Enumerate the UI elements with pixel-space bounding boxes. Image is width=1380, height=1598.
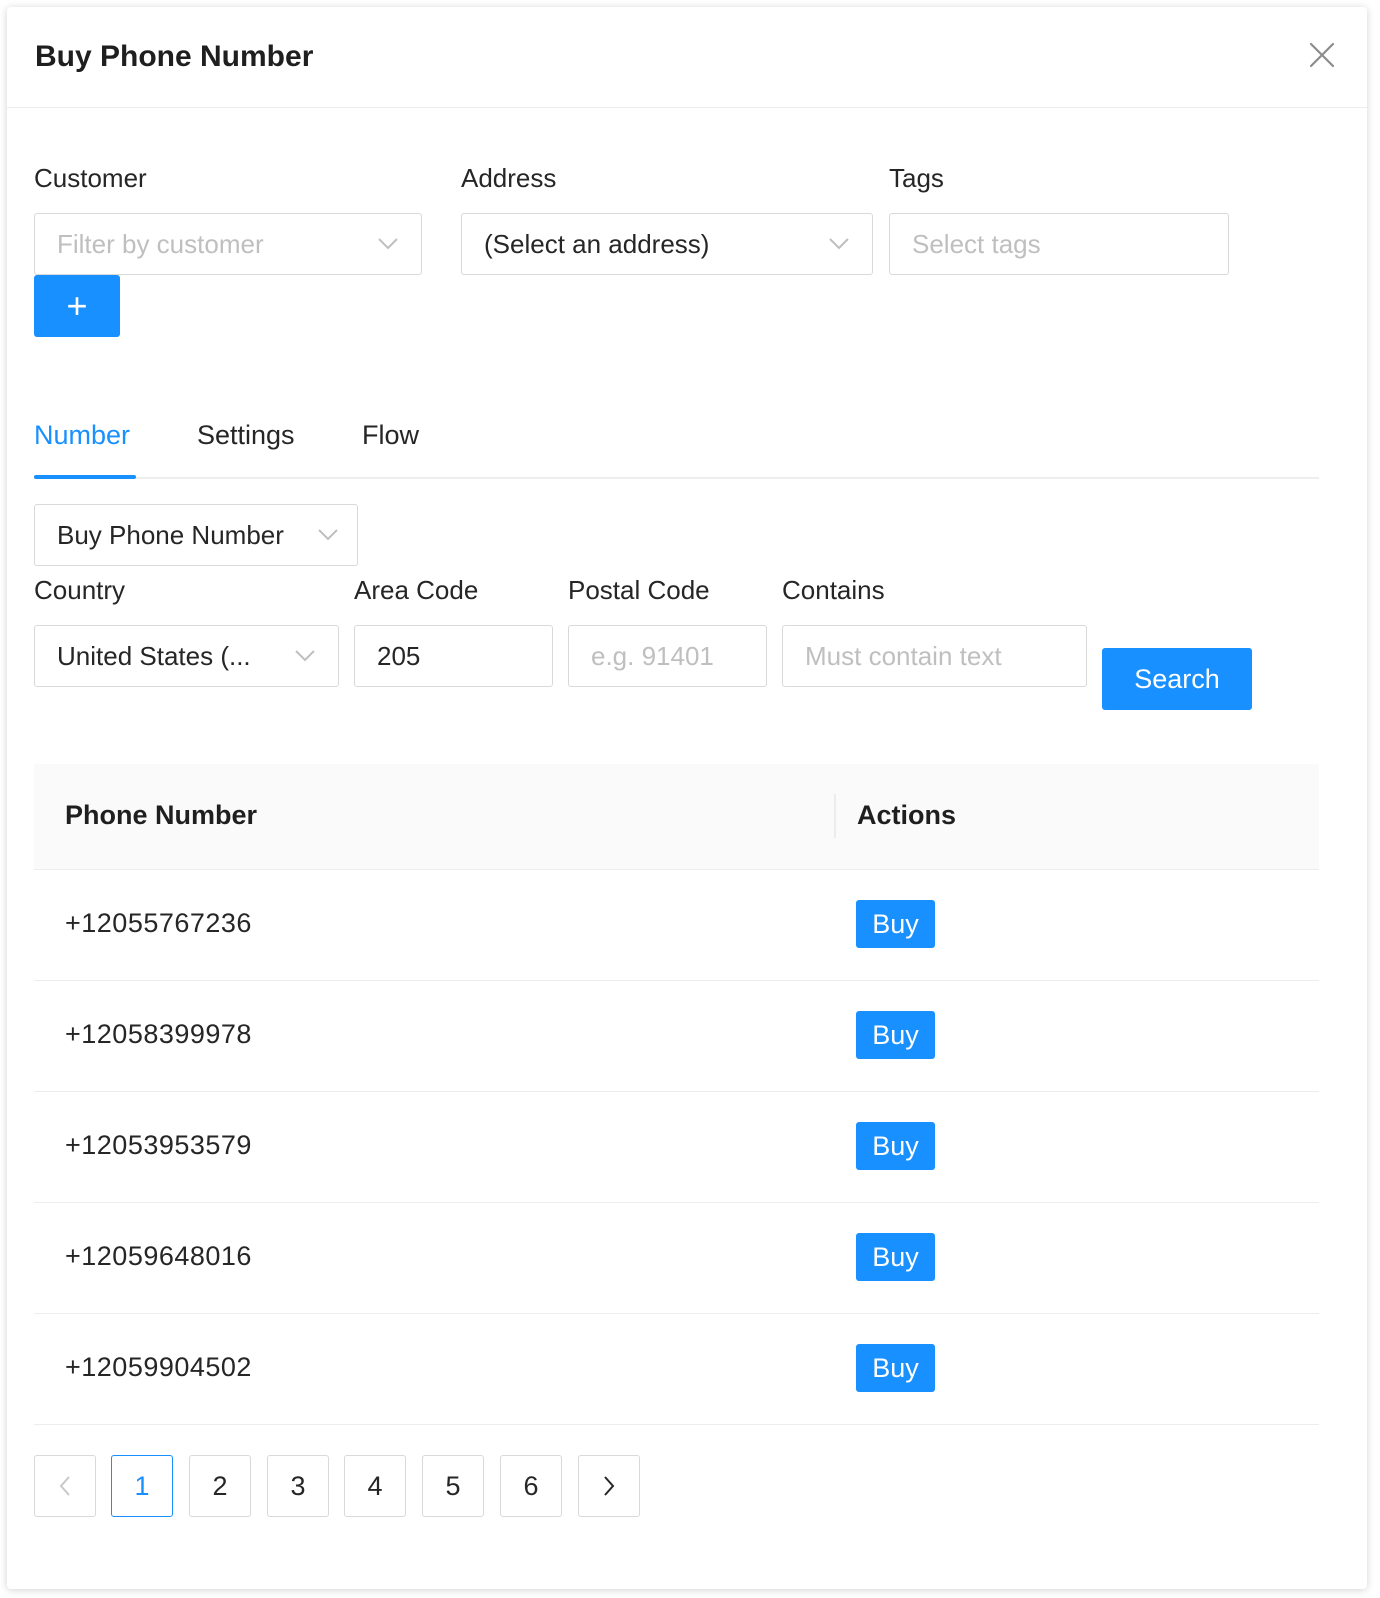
modal-title: Buy Phone Number (35, 40, 314, 73)
close-icon[interactable] (1307, 40, 1337, 70)
plus-icon: + (66, 285, 88, 326)
phone-number-cell: +12059904502 (65, 1352, 252, 1382)
mode-select[interactable]: Buy Phone Number (34, 504, 358, 566)
buy-button[interactable]: Buy (856, 1011, 935, 1059)
customer-label: Customer (34, 163, 147, 193)
table-header: Phone Number Actions (34, 764, 1319, 870)
chevron-right-icon (604, 1476, 615, 1496)
modal-header: Buy Phone Number (7, 7, 1367, 108)
phone-number-cell: +12059648016 (65, 1241, 252, 1271)
buy-phone-number-modal: Buy Phone Number Customer Address Tags F… (7, 7, 1367, 1589)
tab-settings[interactable]: Settings (197, 420, 295, 451)
area-code-value: 205 (377, 640, 421, 671)
table-row: +12053953579 Buy (34, 1092, 1319, 1203)
country-label: Country (34, 575, 126, 605)
tags-label: Tags (889, 163, 944, 193)
tags-select-placeholder: Select tags (912, 228, 1041, 259)
phone-number-cell: +12053953579 (65, 1130, 252, 1160)
buy-button[interactable]: Buy (856, 1122, 935, 1170)
pagination-page-3[interactable]: 3 (267, 1455, 329, 1517)
tags-select[interactable]: Select tags (889, 213, 1229, 275)
customer-select[interactable]: Filter by customer (34, 213, 422, 275)
phone-number-table: Phone Number Actions +12055767236 Buy +1… (34, 764, 1319, 1425)
address-select[interactable]: (Select an address) (461, 213, 873, 275)
column-header-actions: Actions (857, 800, 957, 830)
add-customer-button[interactable]: + (34, 275, 120, 337)
buy-button[interactable]: Buy (856, 1344, 935, 1392)
table-row: +12058399978 Buy (34, 981, 1319, 1092)
table-row: +12055767236 Buy (34, 870, 1319, 981)
pagination-page-6[interactable]: 6 (500, 1455, 562, 1517)
area-code-label: Area Code (354, 575, 479, 605)
column-header-phone-number: Phone Number (65, 800, 258, 830)
customer-select-placeholder: Filter by customer (57, 228, 264, 259)
contains-label: Contains (782, 575, 885, 605)
mode-select-value: Buy Phone Number (57, 519, 284, 550)
pagination-page-2[interactable]: 2 (189, 1455, 251, 1517)
chevron-left-icon (59, 1476, 70, 1496)
active-tab-indicator (34, 475, 136, 479)
chevron-down-icon (318, 529, 338, 541)
postal-code-input[interactable]: e.g. 91401 (568, 625, 767, 687)
contains-placeholder: Must contain text (805, 640, 1002, 671)
pagination-page-5[interactable]: 5 (422, 1455, 484, 1517)
buy-button[interactable]: Buy (856, 900, 935, 948)
phone-number-cell: +12055767236 (65, 908, 252, 938)
country-select-value: United States (... (57, 640, 251, 671)
search-button[interactable]: Search (1102, 648, 1252, 710)
table-row: +12059648016 Buy (34, 1203, 1319, 1314)
pagination-page-1[interactable]: 1 (111, 1455, 173, 1517)
address-label: Address (461, 163, 557, 193)
tabs-divider (34, 477, 1319, 479)
phone-number-cell: +12058399978 (65, 1019, 252, 1049)
chevron-down-icon (829, 238, 849, 250)
pagination-page-4[interactable]: 4 (344, 1455, 406, 1517)
postal-code-label: Postal Code (568, 575, 710, 605)
postal-code-placeholder: e.g. 91401 (591, 640, 714, 671)
tab-flow[interactable]: Flow (362, 420, 419, 451)
pagination-next-button[interactable] (578, 1455, 640, 1517)
chevron-down-icon (295, 650, 315, 662)
chevron-down-icon (378, 238, 398, 250)
buy-button[interactable]: Buy (856, 1233, 935, 1281)
column-divider (834, 794, 836, 838)
address-select-value: (Select an address) (484, 228, 710, 259)
pagination-prev-button[interactable] (34, 1455, 96, 1517)
contains-input[interactable]: Must contain text (782, 625, 1087, 687)
country-select[interactable]: United States (... (34, 625, 339, 687)
table-row: +12059904502 Buy (34, 1314, 1319, 1425)
area-code-input[interactable]: 205 (354, 625, 553, 687)
tab-number[interactable]: Number (34, 420, 130, 451)
